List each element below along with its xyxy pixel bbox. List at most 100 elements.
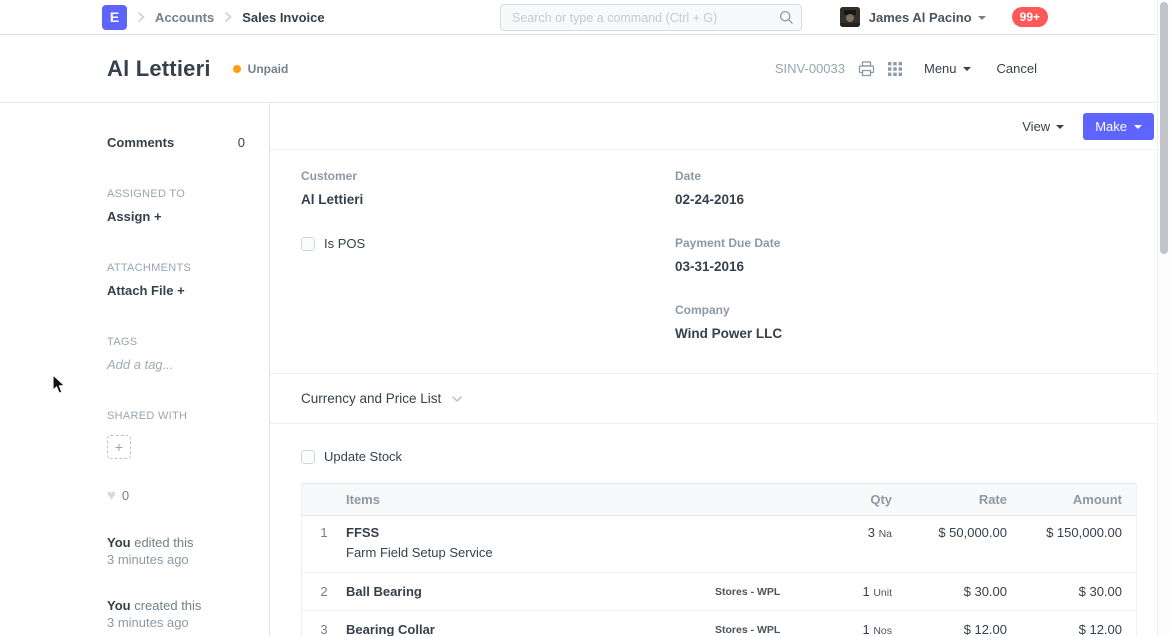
items-table: Items Qty Rate Amount 1 FFSS Farm Field … [301,483,1137,636]
status-badge: Unpaid [248,62,289,76]
assign-button[interactable]: Assign + [107,209,245,224]
view-button[interactable]: View [1022,119,1064,134]
is-pos-field: Is POS [301,236,675,251]
attachments-heading: ATTACHMENTS [107,262,245,274]
header-qty: Qty [821,492,906,507]
date-value[interactable]: 02-24-2016 [675,192,1139,207]
is-pos-checkbox[interactable] [301,237,315,251]
user-menu[interactable]: James Al Pacino [869,10,986,25]
item-rate: $ 12.00 [906,622,1021,636]
item-uom: Nos [873,625,892,636]
chevron-down-icon [1056,125,1064,129]
make-button[interactable]: Make [1083,113,1154,140]
due-date-value[interactable]: 03-31-2016 [675,259,1139,274]
item-qty: 1 Unit [821,584,906,599]
customer-label: Customer [301,169,675,183]
date-field[interactable]: Date 02-24-2016 [675,169,1139,207]
due-date-label: Payment Due Date [675,236,1139,250]
status-indicator: Unpaid [233,62,289,76]
chevron-right-icon [137,11,145,23]
global-search [500,4,802,31]
is-pos-label: Is POS [324,236,365,251]
view-button-label: View [1022,119,1050,134]
activity-when: 3 minutes ago [107,614,245,631]
activity-who: You [107,598,131,613]
invoice-fields-section: Customer Al Lettieri Is POS Date 02-24-2… [270,150,1169,374]
company-label: Company [675,303,1139,317]
customer-value[interactable]: Al Lettieri [301,192,675,207]
chevron-down-icon [978,16,986,20]
item-qty: 1 Nos [821,622,906,636]
assigned-to-heading: ASSIGNED TO [107,188,245,200]
comments-count: 0 [238,135,245,150]
add-share-button[interactable]: + [107,435,131,459]
update-stock-label: Update Stock [324,449,402,464]
add-tag-input[interactable]: Add a tag... [107,357,245,372]
row-index: 2 [302,584,346,599]
form-sidebar: Comments 0 ASSIGNED TO Assign + ATTACHME… [0,103,270,636]
tags-heading: TAGS [107,336,245,348]
heart-icon[interactable]: ♥ [107,487,116,504]
item-uom: Unit [873,587,892,599]
table-row[interactable]: 2 Ball Bearing Stores - WPL 1 Unit $ 30.… [302,573,1136,611]
activity-action: edited this [134,535,193,550]
header-amount: Amount [1021,492,1136,507]
page-title: Al Lettieri [107,56,211,82]
avatar[interactable] [840,7,860,27]
activity-who: You [107,535,131,550]
attach-file-button[interactable]: Attach File + [107,283,245,298]
vertical-scrollbar[interactable] [1157,0,1170,636]
shared-with-heading: SHARED WITH [107,410,245,422]
row-index: 3 [302,622,346,636]
page-head: Al Lettieri Unpaid SINV-00033 Menu Can [0,35,1170,103]
document-id: SINV-00033 [775,61,845,76]
update-stock-checkbox[interactable] [301,450,315,464]
customer-field[interactable]: Customer Al Lettieri [301,169,675,207]
company-field[interactable]: Company Wind Power LLC [675,303,1139,341]
cancel-button[interactable]: Cancel [997,61,1037,76]
item-code: FFSS [346,525,691,540]
breadcrumb-sales-invoice[interactable]: Sales Invoice [242,10,324,25]
page-body: Comments 0 ASSIGNED TO Assign + ATTACHME… [0,103,1170,636]
item-code: Ball Bearing [346,584,691,599]
table-row[interactable]: 1 FFSS Farm Field Setup Service 3 Na $ 5… [302,516,1136,573]
menu-button[interactable]: Menu [924,61,971,76]
search-icon[interactable] [779,10,794,30]
due-date-field[interactable]: Payment Due Date 03-31-2016 [675,236,1139,274]
item-amount: $ 30.00 [1021,584,1136,599]
grid-menu-icon[interactable] [888,62,902,76]
row-index: 1 [302,525,346,572]
comments-label: Comments [107,135,174,150]
item-warehouse: Stores - WPL [691,624,821,636]
items-table-header: Items Qty Rate Amount [302,483,1136,516]
item-warehouse [691,525,821,572]
print-icon[interactable] [858,61,875,77]
activity-entry: You created this 3 minutes ago [107,597,245,631]
item-warehouse: Stores - WPL [691,586,821,598]
header-items: Items [346,492,691,507]
navbar-user-area: James Al Pacino 99+ [840,7,1048,27]
form-toolbar: View Make [270,103,1169,150]
make-button-label: Make [1095,119,1127,134]
company-value[interactable]: Wind Power LLC [675,326,1139,341]
breadcrumb-accounts[interactable]: Accounts [155,10,214,25]
status-dot-icon [233,65,241,73]
table-row[interactable]: 3 Bearing Collar Stores - WPL 1 Nos $ 12… [302,611,1136,636]
form-main: View Make Customer Al Lettieri Is POS [270,103,1170,636]
notifications-badge[interactable]: 99+ [1012,7,1048,27]
page-head-actions: SINV-00033 Menu Cancel [775,61,1037,77]
item-rate: $ 30.00 [906,584,1021,599]
likes-count: 0 [122,488,129,503]
app-logo[interactable]: E [102,5,127,30]
search-input[interactable] [500,4,802,31]
currency-price-list-section-toggle[interactable]: Currency and Price List [270,374,1169,424]
date-label: Date [675,169,1139,183]
likes-row[interactable]: ♥ 0 [107,487,245,504]
comments-row[interactable]: Comments 0 [107,135,245,150]
item-rate: $ 50,000.00 [906,525,1021,572]
header-rate: Rate [906,492,1021,507]
chevron-down-icon [451,395,463,403]
scrollbar-thumb[interactable] [1160,2,1168,254]
item-qty: 3 Na [821,525,906,572]
currency-section-label: Currency and Price List [301,391,441,406]
